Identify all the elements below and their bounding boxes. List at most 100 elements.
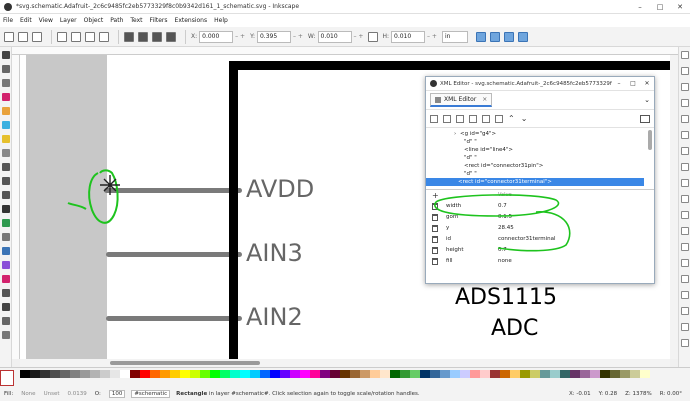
measure-tool-icon[interactable] [2, 317, 10, 325]
horizontal-scroll-thumb[interactable] [110, 361, 260, 365]
pen-tool-icon[interactable] [2, 177, 10, 185]
select-all-icon[interactable] [4, 31, 14, 42]
spiral-tool-icon[interactable] [2, 149, 10, 157]
rectangle-tool-icon[interactable] [2, 93, 10, 101]
color-swatch[interactable] [570, 370, 580, 378]
color-swatch[interactable] [420, 370, 430, 378]
new-element-node-icon[interactable] [430, 114, 438, 123]
unit-select[interactable]: in [441, 30, 468, 43]
close-icon[interactable]: ✕ [640, 80, 654, 87]
color-swatch[interactable] [370, 370, 380, 378]
color-swatch[interactable] [510, 370, 520, 378]
h-stepper[interactable]: – + [427, 33, 437, 40]
select-all-layers-icon[interactable] [18, 31, 28, 42]
color-swatch[interactable] [150, 370, 160, 378]
stroke-value[interactable]: Unset [44, 391, 60, 397]
color-swatch[interactable] [80, 370, 90, 378]
color-swatch[interactable] [40, 370, 50, 378]
tree-node[interactable]: "d" " [426, 154, 644, 162]
color-swatch[interactable] [580, 370, 590, 378]
lower-icon[interactable] [152, 31, 162, 42]
color-swatch[interactable] [410, 370, 420, 378]
minimize-icon[interactable]: – [612, 80, 626, 87]
color-swatch[interactable] [50, 370, 60, 378]
color-swatch[interactable] [640, 370, 650, 378]
horizontal-scrollbar[interactable] [20, 359, 670, 367]
menu-layer[interactable]: Layer [60, 17, 77, 24]
color-swatch[interactable] [190, 370, 200, 378]
menu-filters[interactable]: Filters [150, 17, 168, 24]
color-swatch[interactable] [290, 370, 300, 378]
fill-value[interactable]: None [21, 391, 35, 397]
tab-xml-editor[interactable]: XML Editor × [430, 93, 493, 107]
color-swatch[interactable] [530, 370, 540, 378]
xml-node-tree[interactable]: › <g id="g4"> "d" " <line id="line4"> "d"… [426, 128, 654, 190]
color-swatch[interactable] [270, 370, 280, 378]
print-icon[interactable] [681, 99, 689, 107]
pencil-tool-icon[interactable] [2, 163, 10, 171]
color-swatch[interactable] [250, 370, 260, 378]
deselect-icon[interactable] [32, 31, 42, 42]
color-swatch[interactable] [330, 370, 340, 378]
unindent-node-icon[interactable] [482, 114, 490, 123]
node-tool-icon[interactable] [2, 65, 10, 73]
new-document-icon[interactable] [681, 51, 689, 59]
zoom-selection-icon[interactable] [681, 211, 689, 219]
close-tab-icon[interactable]: × [482, 96, 487, 103]
raise-to-top-icon[interactable] [124, 31, 134, 42]
duplicate-icon[interactable] [681, 259, 689, 267]
h-input[interactable]: 0.010 [391, 30, 425, 43]
vertical-scrollbar[interactable] [670, 55, 678, 359]
color-swatch[interactable] [280, 370, 290, 378]
tree-node-selected[interactable]: <rect id="connector31terminal"> [426, 178, 644, 186]
save-document-icon[interactable] [681, 83, 689, 91]
menu-view[interactable]: View [39, 17, 53, 24]
menu-file[interactable]: File [3, 17, 13, 24]
gradient-tool-icon[interactable] [2, 261, 10, 269]
menu-path[interactable]: Path [110, 17, 123, 24]
color-swatch[interactable] [440, 370, 450, 378]
color-swatch[interactable] [200, 370, 210, 378]
layer-select[interactable]: #schematic [131, 390, 171, 398]
copy-icon[interactable] [681, 179, 689, 187]
rotate-ccw-icon[interactable] [57, 31, 67, 42]
flip-horizontal-icon[interactable] [85, 31, 95, 42]
menu-help[interactable]: Help [214, 17, 228, 24]
color-swatch[interactable] [460, 370, 470, 378]
zoom-tool-icon[interactable] [2, 331, 10, 339]
color-swatch[interactable] [630, 370, 640, 378]
color-swatch[interactable] [320, 370, 330, 378]
layout-menu-icon[interactable] [640, 114, 650, 123]
indent-node-icon[interactable] [495, 114, 503, 123]
3d-box-tool-icon[interactable] [2, 107, 10, 115]
horizontal-ruler[interactable] [12, 47, 678, 55]
color-swatch[interactable] [590, 370, 600, 378]
tab-menu-icon[interactable]: ⌄ [644, 96, 650, 104]
opacity-input[interactable]: 100 [108, 390, 126, 398]
rotation-control[interactable]: R: 0.00° [660, 391, 682, 397]
tree-node[interactable]: <line id="line4"> [426, 146, 644, 154]
clone-icon[interactable] [681, 275, 689, 283]
menu-object[interactable]: Object [84, 17, 104, 24]
y-input[interactable]: 0.395 [256, 30, 291, 43]
w-input[interactable]: 0.010 [317, 30, 352, 43]
menu-edit[interactable]: Edit [20, 17, 32, 24]
menu-text[interactable]: Text [130, 17, 142, 24]
color-swatch[interactable] [170, 370, 180, 378]
ellipse-tool-icon[interactable] [2, 121, 10, 129]
move-gradients-icon[interactable] [503, 31, 514, 42]
color-swatch[interactable] [90, 370, 100, 378]
scale-stroke-icon[interactable] [475, 31, 486, 42]
color-swatch[interactable] [60, 370, 70, 378]
maximize-icon[interactable]: □ [650, 3, 670, 11]
paste-icon[interactable] [681, 195, 689, 203]
dropper-tool-icon[interactable] [2, 289, 10, 297]
color-swatch[interactable] [300, 370, 310, 378]
stroke-width[interactable]: 0.0139 [67, 391, 86, 397]
color-swatch[interactable] [520, 370, 530, 378]
tree-node[interactable]: "d" " [426, 138, 644, 146]
menu-extensions[interactable]: Extensions [175, 17, 208, 24]
color-swatch[interactable] [120, 370, 130, 378]
color-swatch[interactable] [490, 370, 500, 378]
undo-icon[interactable] [681, 147, 689, 155]
